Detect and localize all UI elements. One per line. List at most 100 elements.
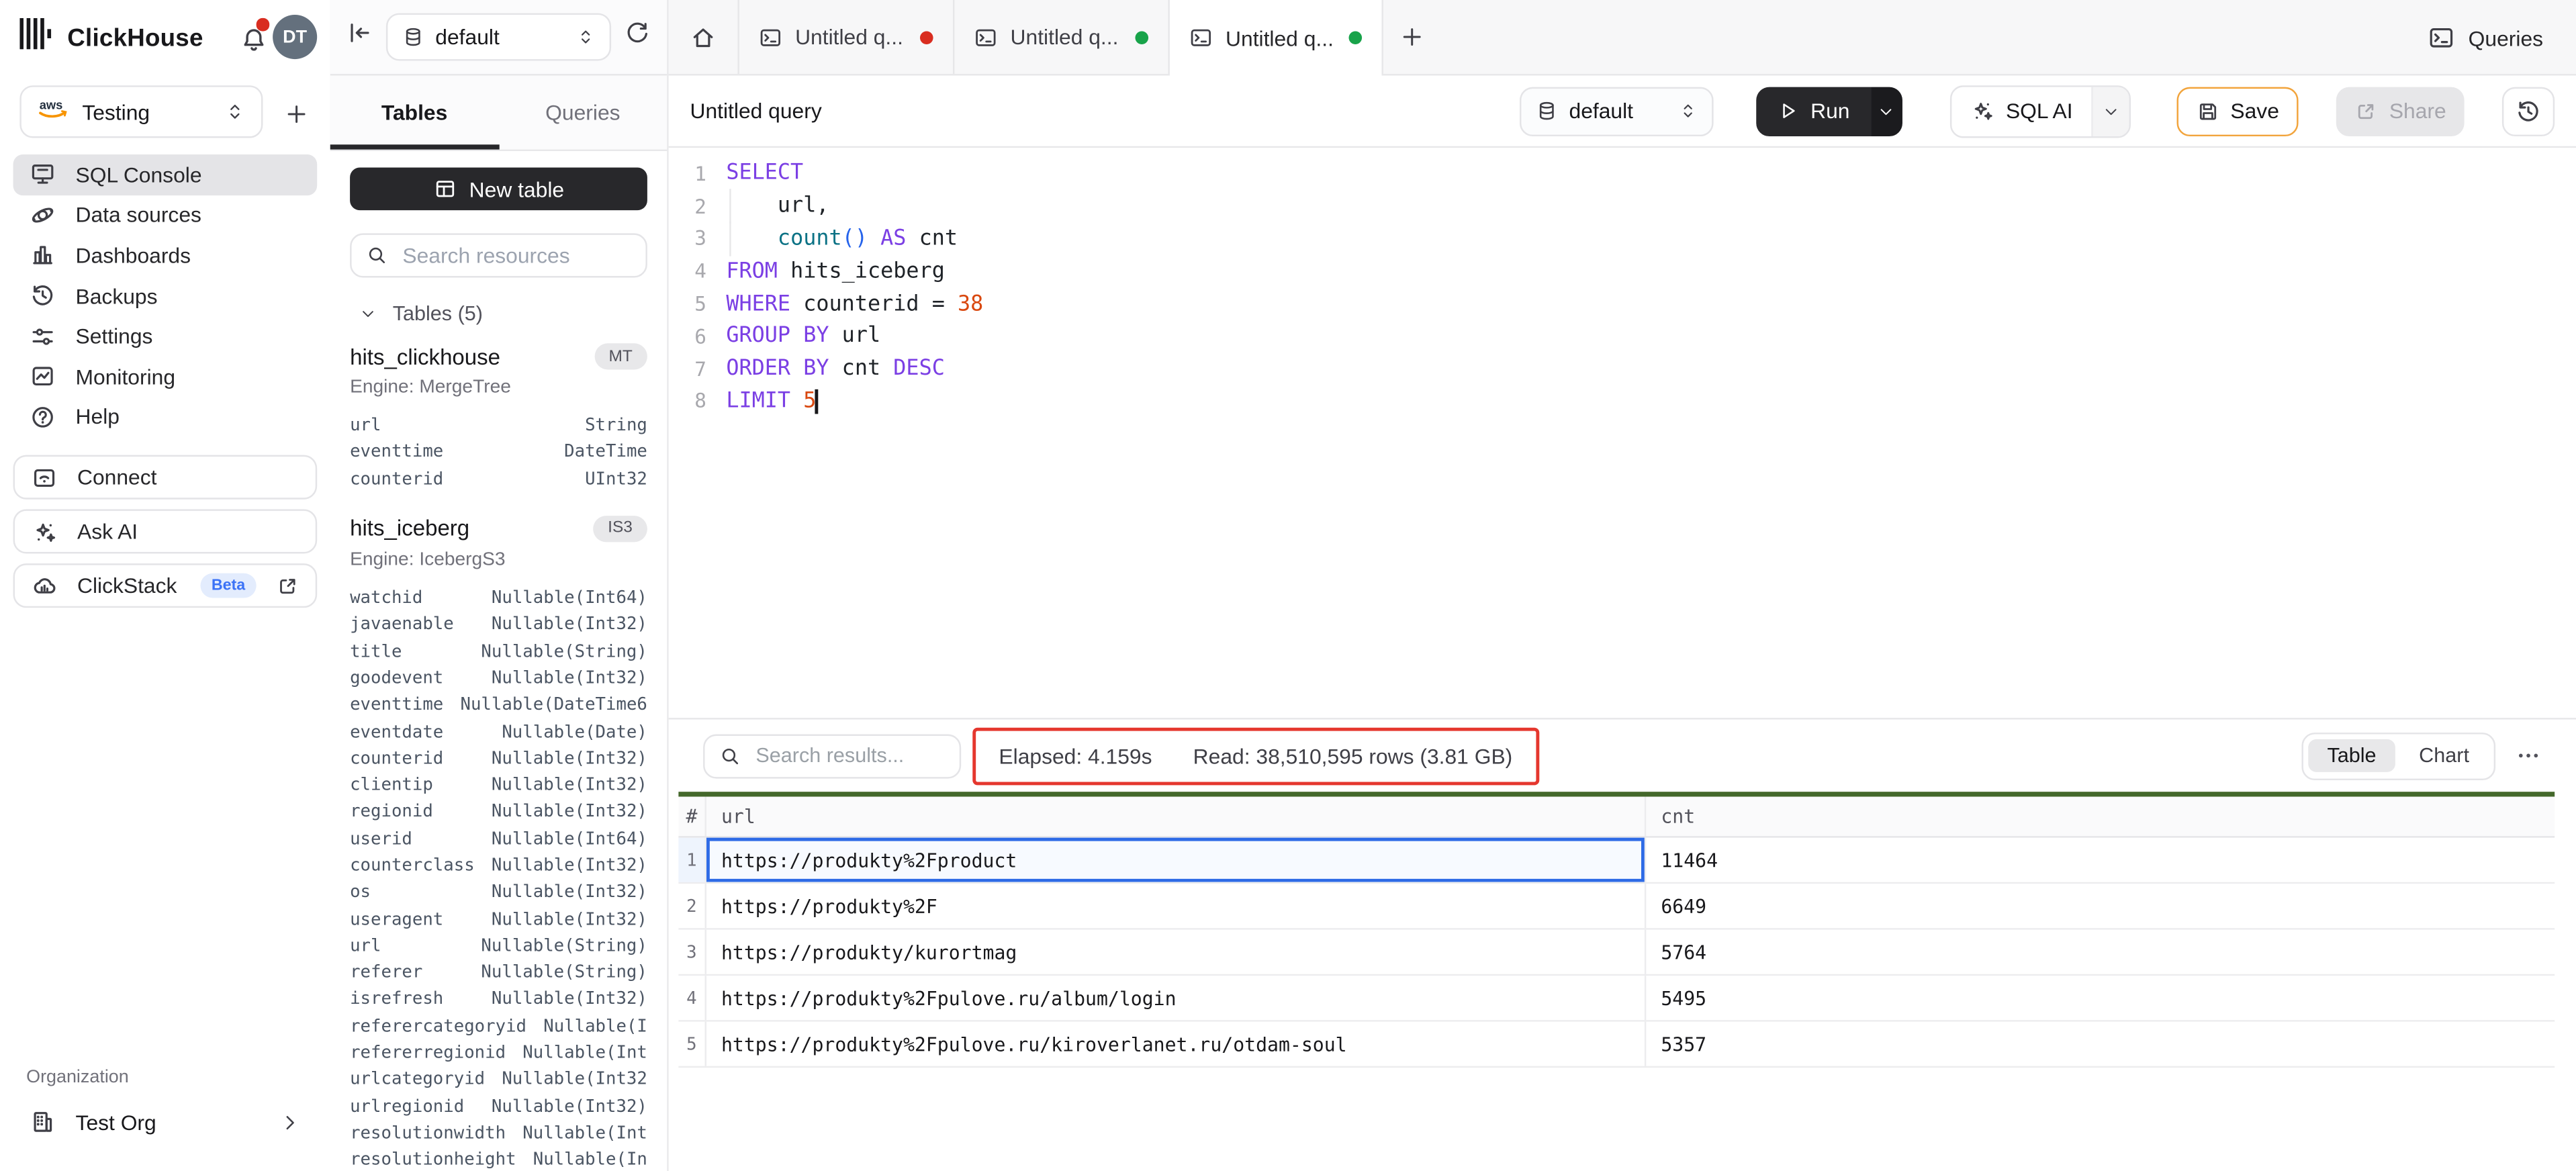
query-database-selector[interactable]: default (1520, 86, 1714, 135)
database-selector[interactable]: default (386, 13, 611, 61)
code-line[interactable]: 1SELECT (669, 158, 2576, 190)
connect-button[interactable]: Connect (13, 455, 318, 500)
results-search[interactable] (703, 733, 961, 778)
cnt-cell[interactable]: 11464 (1646, 838, 2555, 882)
column-row[interactable]: referer Nullable(String) (350, 959, 647, 986)
refresh-button[interactable] (625, 19, 651, 54)
column-row[interactable]: clientip Nullable(Int32) (350, 772, 647, 799)
table-row[interactable]: 5 https://produkty%2Fpulove.ru/kiroverla… (678, 1022, 2555, 1068)
home-button[interactable] (669, 0, 738, 74)
url-cell[interactable]: https://produkty/kurortmag (706, 930, 1646, 974)
column-row[interactable]: eventtime DateTime (350, 439, 647, 466)
column-row[interactable]: eventtime Nullable(DateTime6 (350, 692, 647, 718)
column-row[interactable]: eventdate Nullable(Date) (350, 718, 647, 745)
sql-ai-options-button[interactable] (2090, 86, 2128, 135)
row-number-cell[interactable]: 1 (678, 838, 706, 882)
new-table-button[interactable]: New table (350, 168, 647, 211)
column-row[interactable]: urlcategoryid Nullable(Int32 (350, 1066, 647, 1093)
resource-search[interactable] (350, 233, 647, 277)
column-row[interactable]: userid Nullable(Int64) (350, 825, 647, 852)
add-workspace-button[interactable] (279, 97, 312, 130)
code-line[interactable]: 2 url, (669, 190, 2576, 222)
tables-group-toggle[interactable]: Tables (5) (350, 302, 647, 325)
header-cnt[interactable]: cnt (1646, 797, 2555, 837)
sidebar-item-data-sources[interactable]: Data sources (13, 195, 318, 235)
column-row[interactable]: url Nullable(String) (350, 933, 647, 959)
url-cell[interactable]: https://produkty%2Fproduct (706, 838, 1646, 882)
tab-tables[interactable]: Tables (330, 76, 499, 150)
resource-search-input[interactable] (399, 242, 631, 270)
column-row[interactable]: urlregionid Nullable(Int32) (350, 1093, 647, 1120)
sidebar-item-monitoring[interactable]: Monitoring (13, 357, 318, 397)
editor-tab[interactable]: Untitled q... (953, 0, 1168, 74)
table-row[interactable]: 4 https://produkty%2Fpulove.ru/album/log… (678, 976, 2555, 1022)
row-number-cell[interactable]: 4 (678, 976, 706, 1020)
table-header[interactable]: hits_clickhouse MT (350, 343, 647, 369)
column-row[interactable]: goodevent Nullable(Int32) (350, 665, 647, 692)
ask-ai-button[interactable]: Ask AI (13, 509, 318, 553)
column-row[interactable]: url String (350, 412, 647, 439)
column-row[interactable]: useragent Nullable(Int32) (350, 906, 647, 933)
column-row[interactable]: isrefresh Nullable(Int32) (350, 986, 647, 1013)
results-more-button[interactable] (2515, 743, 2541, 769)
column-row[interactable]: resolutionwidth Nullable(Int (350, 1120, 647, 1147)
cnt-cell[interactable]: 6649 (1646, 884, 2555, 928)
code-line[interactable]: 3 count() AS cnt (669, 223, 2576, 255)
brand[interactable]: ClickHouse (19, 18, 203, 58)
sql-ai-button[interactable]: SQL AI (1951, 86, 2090, 135)
code-line[interactable]: 5WHERE counterid = 38 (669, 288, 2576, 320)
notifications-button[interactable] (235, 21, 271, 58)
results-search-input[interactable] (752, 743, 944, 769)
column-row[interactable]: watchid Nullable(Int64) (350, 585, 647, 612)
editor-tab[interactable]: Untitled q... (737, 0, 952, 74)
code-line[interactable]: 4FROM hits_iceberg (669, 255, 2576, 287)
workspace-selector[interactable]: aws Testing (19, 85, 263, 138)
query-title[interactable]: Untitled query (690, 99, 822, 124)
column-row[interactable]: regionid Nullable(Int32) (350, 799, 647, 826)
cnt-cell[interactable]: 5764 (1646, 930, 2555, 974)
chart-view-button[interactable]: Chart (2399, 739, 2489, 772)
table-row[interactable]: 2 https://produkty%2F 6649 (678, 884, 2555, 930)
column-row[interactable]: counterclass Nullable(Int32) (350, 852, 647, 879)
row-number-cell[interactable]: 2 (678, 884, 706, 928)
code-line[interactable]: 6GROUP BY url (669, 320, 2576, 353)
code-line[interactable]: 7ORDER BY cnt DESC (669, 353, 2576, 385)
clickstack-button[interactable]: ClickStack Beta (13, 563, 318, 608)
sidebar-item-dashboards[interactable]: Dashboards (13, 235, 318, 275)
queries-button[interactable]: Queries (2429, 0, 2543, 76)
table-row[interactable]: 3 https://produkty/kurortmag 5764 (678, 930, 2555, 976)
header-row-number[interactable]: # (678, 797, 706, 837)
column-row[interactable]: referercategoryid Nullable(I (350, 1013, 647, 1040)
editor-tab[interactable]: Untitled q... (1168, 0, 1383, 76)
sidebar-item-backups[interactable]: Backups (13, 275, 318, 316)
url-cell[interactable]: https://produkty%2Fpulove.ru/kiroverlane… (706, 1022, 1646, 1066)
new-tab-button[interactable] (1383, 0, 1439, 74)
row-number-cell[interactable]: 3 (678, 930, 706, 974)
save-button[interactable]: Save (2176, 86, 2299, 135)
column-row[interactable]: counterid Nullable(Int32) (350, 745, 647, 772)
sql-editor[interactable]: 1SELECT2 url,3 count() AS cnt4FROM hits_… (669, 148, 2576, 718)
org-switcher[interactable]: Test Org (13, 1100, 318, 1143)
run-options-button[interactable] (1871, 86, 1902, 135)
column-row[interactable]: counterid UInt32 (350, 466, 647, 493)
url-cell[interactable]: https://produkty%2Fpulove.ru/album/login (706, 976, 1646, 1020)
tab-queries[interactable]: Queries (498, 76, 667, 150)
table-view-button[interactable]: Table (2307, 739, 2396, 772)
column-row[interactable]: refererregionid Nullable(Int (350, 1039, 647, 1066)
table-row[interactable]: 1 https://produkty%2Fproduct 11464 (678, 838, 2555, 884)
sidebar-item-help[interactable]: Help (13, 397, 318, 437)
code-line[interactable]: 8LIMIT 5 (669, 385, 2576, 418)
url-cell[interactable]: https://produkty%2F (706, 884, 1646, 928)
column-row[interactable]: javaenable Nullable(Int32) (350, 612, 647, 639)
column-row[interactable]: os Nullable(Int32) (350, 879, 647, 906)
table-header[interactable]: hits_iceberg IS3 (350, 516, 647, 542)
run-button[interactable]: Run (1756, 86, 1871, 135)
cnt-cell[interactable]: 5495 (1646, 976, 2555, 1020)
sidebar-item-settings[interactable]: Settings (13, 316, 318, 357)
collapse-panel-button[interactable] (347, 19, 373, 54)
column-row[interactable]: title Nullable(String) (350, 638, 647, 665)
row-number-cell[interactable]: 5 (678, 1022, 706, 1066)
query-history-button[interactable] (2502, 86, 2555, 135)
header-url[interactable]: url (706, 797, 1646, 837)
column-row[interactable]: resolutionheight Nullable(In (350, 1147, 647, 1171)
